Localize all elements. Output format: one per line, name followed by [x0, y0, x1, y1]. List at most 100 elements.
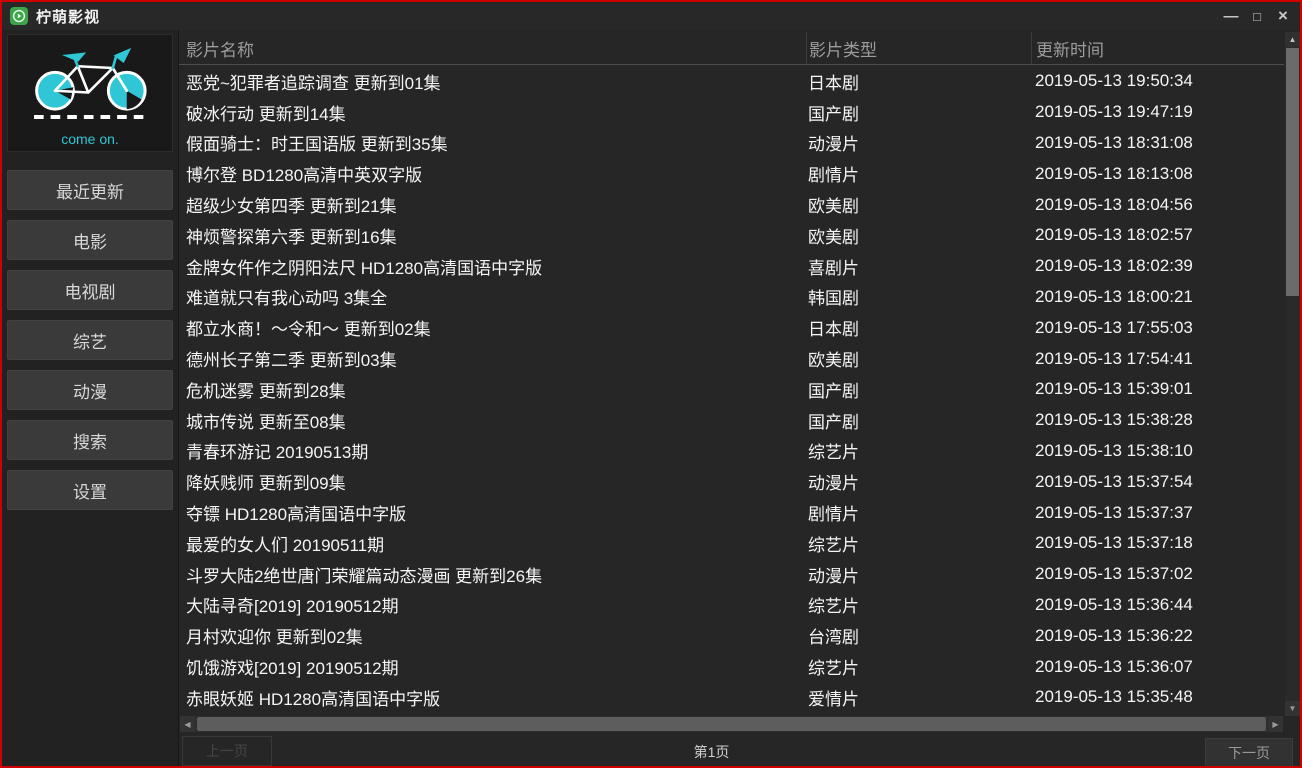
table-row[interactable]: 赤眼妖姬 HD1280高清国语中字版 爱情片 2019-05-13 15:35:…: [179, 682, 1284, 713]
movie-title: 恶党~犯罪者追踪调查 更新到01集: [179, 69, 806, 94]
movie-type: 国产剧: [806, 377, 1031, 402]
maximize-icon[interactable]: □: [1244, 4, 1270, 28]
current-page-label: 第1页: [179, 734, 1300, 768]
scroll-down-icon[interactable]: ▼: [1285, 701, 1300, 716]
sidebar-item[interactable]: 动漫: [7, 370, 173, 410]
movie-list: 恶党~犯罪者追踪调查 更新到01集 日本剧 2019-05-13 19:50:3…: [179, 66, 1284, 713]
movie-updated-time: 2019-05-13 18:02:39: [1031, 256, 1284, 276]
movie-title: 青春环游记 20190513期: [179, 438, 806, 463]
movie-type: 日本剧: [806, 315, 1031, 340]
movie-updated-time: 2019-05-13 15:37:54: [1031, 472, 1284, 492]
movie-title: 德州长子第二季 更新到03集: [179, 346, 806, 371]
table-row[interactable]: 都立水商！～令和～ 更新到02集 日本剧 2019-05-13 17:55:03: [179, 312, 1284, 343]
movie-title: 难道就只有我心动吗 3集全: [179, 284, 806, 309]
movie-type: 综艺片: [806, 592, 1031, 617]
next-page-button[interactable]: 下一页: [1205, 738, 1293, 768]
table-row[interactable]: 博尔登 BD1280高清中英双字版 剧情片 2019-05-13 18:13:0…: [179, 158, 1284, 189]
movie-updated-time: 2019-05-13 18:02:57: [1031, 225, 1284, 245]
movie-type: 日本剧: [806, 69, 1031, 94]
movie-updated-time: 2019-05-13 18:31:08: [1031, 133, 1284, 153]
table-row[interactable]: 降妖贱师 更新到09集 动漫片 2019-05-13 15:37:54: [179, 466, 1284, 497]
movie-type: 欧美剧: [806, 192, 1031, 217]
movie-title: 博尔登 BD1280高清中英双字版: [179, 161, 806, 186]
table-row[interactable]: 城市传说 更新至08集 国产剧 2019-05-13 15:38:28: [179, 405, 1284, 436]
scroll-right-icon[interactable]: ▶: [1268, 716, 1283, 732]
movie-type: 剧情片: [806, 500, 1031, 525]
table-row[interactable]: 危机迷雾 更新到28集 国产剧 2019-05-13 15:39:01: [179, 374, 1284, 405]
logo-panel: come on.: [7, 34, 173, 152]
logo-caption: come on.: [61, 131, 119, 147]
sidebar-item[interactable]: 综艺: [7, 320, 173, 360]
table-row[interactable]: 金牌女仵作之阴阳法尺 HD1280高清国语中字版 喜剧片 2019-05-13 …: [179, 251, 1284, 282]
movie-updated-time: 2019-05-13 17:55:03: [1031, 318, 1284, 338]
movie-updated-time: 2019-05-13 18:13:08: [1031, 164, 1284, 184]
close-icon[interactable]: ×: [1270, 4, 1296, 28]
sidebar-menu: 最近更新 电影 电视剧 综艺 动漫 搜索: [7, 160, 173, 510]
movie-updated-time: 2019-05-13 15:37:02: [1031, 564, 1284, 584]
table-row[interactable]: 斗罗大陆2绝世唐门荣耀篇动态漫画 更新到26集 动漫片 2019-05-13 1…: [179, 559, 1284, 590]
movie-title: 破冰行动 更新到14集: [179, 100, 806, 125]
table-row[interactable]: 难道就只有我心动吗 3集全 韩国剧 2019-05-13 18:00:21: [179, 282, 1284, 313]
scroll-left-icon[interactable]: ◀: [180, 716, 195, 732]
movie-updated-time: 2019-05-13 15:38:10: [1031, 441, 1284, 461]
vertical-scrollbar-thumb[interactable]: [1286, 48, 1299, 296]
column-header-time: 更新时间: [1031, 32, 1284, 64]
movie-type: 剧情片: [806, 161, 1031, 186]
movie-updated-time: 2019-05-13 15:37:37: [1031, 503, 1284, 523]
movie-title: 神烦警探第六季 更新到16集: [179, 223, 806, 248]
pagination-bar: 上一页 第1页 下一页: [179, 734, 1300, 768]
movie-type: 动漫片: [806, 562, 1031, 587]
sidebar-item[interactable]: 搜索: [7, 420, 173, 460]
horizontal-scrollbar[interactable]: ◀ ▶: [180, 716, 1283, 732]
movie-updated-time: 2019-05-13 15:39:01: [1031, 379, 1284, 399]
movie-type: 国产剧: [806, 100, 1031, 125]
table-row[interactable]: 月村欢迎你 更新到02集 台湾剧 2019-05-13 15:36:22: [179, 620, 1284, 651]
table-row[interactable]: 神烦警探第六季 更新到16集 欧美剧 2019-05-13 18:02:57: [179, 220, 1284, 251]
sidebar-item[interactable]: 设置: [7, 470, 173, 510]
table-row[interactable]: 恶党~犯罪者追踪调查 更新到01集 日本剧 2019-05-13 19:50:3…: [179, 66, 1284, 97]
app-window: 柠萌影视 — □ ×: [0, 0, 1302, 768]
horizontal-scrollbar-thumb[interactable]: [197, 717, 1266, 731]
movie-type: 喜剧片: [806, 254, 1031, 279]
movie-updated-time: 2019-05-13 18:00:21: [1031, 287, 1284, 307]
sidebar-item[interactable]: 电视剧: [7, 270, 173, 310]
scroll-up-icon[interactable]: ▲: [1285, 32, 1300, 47]
table-row[interactable]: 德州长子第二季 更新到03集 欧美剧 2019-05-13 17:54:41: [179, 343, 1284, 374]
movie-updated-time: 2019-05-13 17:54:41: [1031, 349, 1284, 369]
bicycle-icon: [20, 40, 160, 129]
movie-title: 月村欢迎你 更新到02集: [179, 623, 806, 648]
sidebar-item[interactable]: 最近更新: [7, 170, 173, 210]
movie-type: 爱情片: [806, 685, 1031, 710]
movie-updated-time: 2019-05-13 15:36:22: [1031, 626, 1284, 646]
movie-title: 都立水商！～令和～ 更新到02集: [179, 315, 806, 340]
movie-title: 假面骑士：时王国语版 更新到35集: [179, 130, 806, 155]
movie-title: 赤眼妖姬 HD1280高清国语中字版: [179, 685, 806, 710]
window-controls: — □ ×: [1218, 2, 1296, 30]
table-row[interactable]: 大陆寻奇[2019] 20190512期 综艺片 2019-05-13 15:3…: [179, 590, 1284, 621]
play-icon: [10, 7, 28, 25]
movie-updated-time: 2019-05-13 15:35:48: [1031, 687, 1284, 707]
movie-title: 危机迷雾 更新到28集: [179, 377, 806, 402]
sidebar-item-label: 电视剧: [65, 278, 116, 303]
vertical-scrollbar[interactable]: ▲ ▼: [1285, 32, 1300, 716]
movie-title: 降妖贱师 更新到09集: [179, 469, 806, 494]
movie-updated-time: 2019-05-13 15:37:18: [1031, 533, 1284, 553]
movie-title: 城市传说 更新至08集: [179, 408, 806, 433]
movie-type: 韩国剧: [806, 284, 1031, 309]
table-row[interactable]: 最爱的女人们 20190511期 综艺片 2019-05-13 15:37:18: [179, 528, 1284, 559]
table-row[interactable]: 假面骑士：时王国语版 更新到35集 动漫片 2019-05-13 18:31:0…: [179, 128, 1284, 159]
movie-type: 综艺片: [806, 531, 1031, 556]
minimize-icon[interactable]: —: [1218, 4, 1244, 28]
content-area: 影片名称 影片类型 更新时间 恶党~犯罪者追踪调查 更新到01集 日本剧 201…: [178, 30, 1300, 766]
sidebar: come on. 最近更新 电影 电视剧 综艺: [2, 30, 178, 766]
table-row[interactable]: 超级少女第四季 更新到21集 欧美剧 2019-05-13 18:04:56: [179, 189, 1284, 220]
movie-title: 夺镖 HD1280高清国语中字版: [179, 500, 806, 525]
movie-title: 最爱的女人们 20190511期: [179, 531, 806, 556]
table-row[interactable]: 青春环游记 20190513期 综艺片 2019-05-13 15:38:10: [179, 436, 1284, 467]
table-header: 影片名称 影片类型 更新时间: [179, 32, 1284, 65]
table-row[interactable]: 饥饿游戏[2019] 20190512期 综艺片 2019-05-13 15:3…: [179, 651, 1284, 682]
title-bar: 柠萌影视 — □ ×: [2, 2, 1300, 30]
table-row[interactable]: 夺镖 HD1280高清国语中字版 剧情片 2019-05-13 15:37:37: [179, 497, 1284, 528]
table-row[interactable]: 破冰行动 更新到14集 国产剧 2019-05-13 19:47:19: [179, 97, 1284, 128]
sidebar-item[interactable]: 电影: [7, 220, 173, 260]
